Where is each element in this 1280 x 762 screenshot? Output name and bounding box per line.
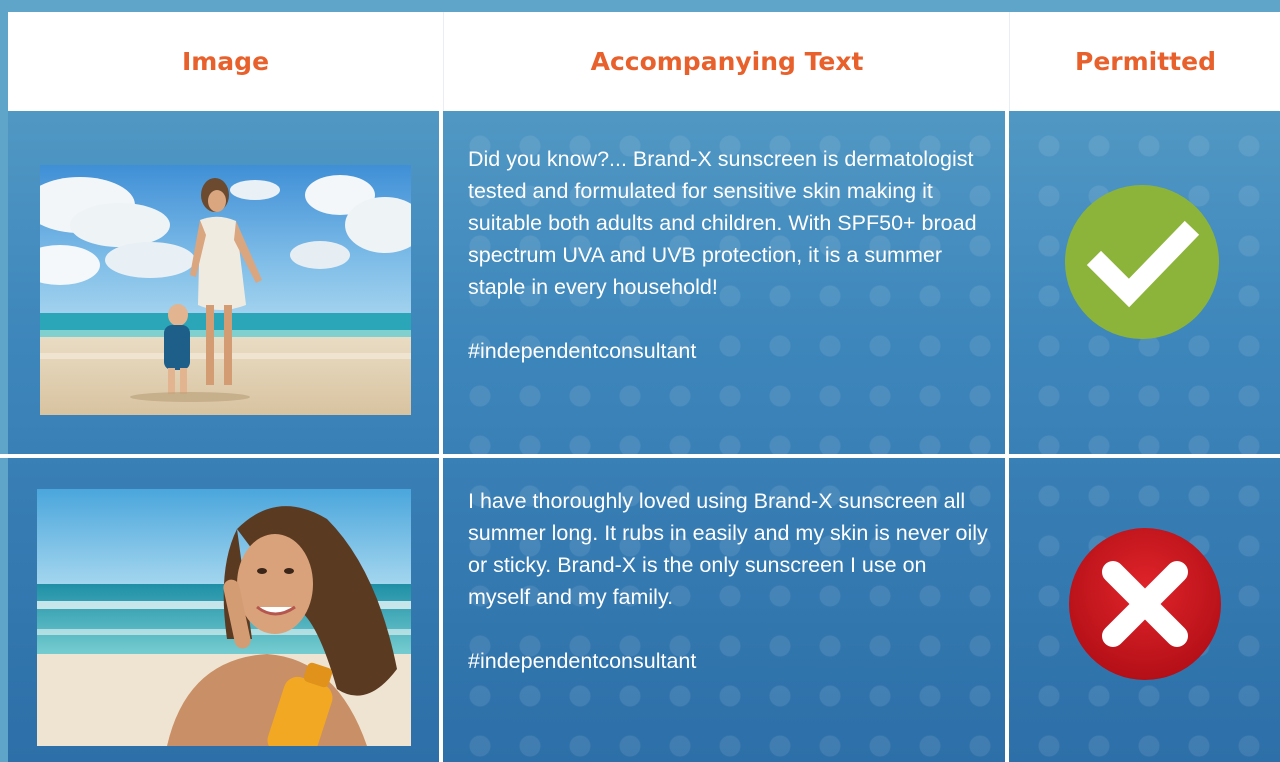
caption-text: Did you know?... Brand-X sunscreen is de… (468, 143, 988, 367)
table-row: Did you know?... Brand-X sunscreen is de… (0, 111, 1280, 454)
table-row: I have thoroughly loved using Brand-X su… (0, 458, 1280, 762)
header-accompanying-text: Accompanying Text (590, 47, 864, 76)
header-permitted: Permitted (1075, 47, 1216, 76)
caption-text: I have thoroughly loved using Brand-X su… (468, 485, 988, 677)
cross-icon (1069, 528, 1221, 680)
caption-hashtag: #independentconsultant (468, 649, 697, 673)
permitted-badge (1065, 185, 1219, 339)
caption-hashtag: #independentconsultant (468, 339, 697, 363)
not-permitted-badge (1069, 528, 1221, 680)
header-divider (1009, 12, 1010, 111)
beach-mother-child-photo (40, 165, 411, 415)
table-header: Image Accompanying Text Permitted (8, 12, 1280, 111)
woman-applying-sunscreen-photo (37, 489, 411, 746)
header-image: Image (181, 47, 270, 76)
caption-body: I have thoroughly loved using Brand-X su… (468, 489, 988, 609)
caption-body: Did you know?... Brand-X sunscreen is de… (468, 147, 977, 299)
header-divider (443, 12, 444, 111)
check-icon (1065, 185, 1219, 339)
page-top-border (0, 0, 1280, 12)
